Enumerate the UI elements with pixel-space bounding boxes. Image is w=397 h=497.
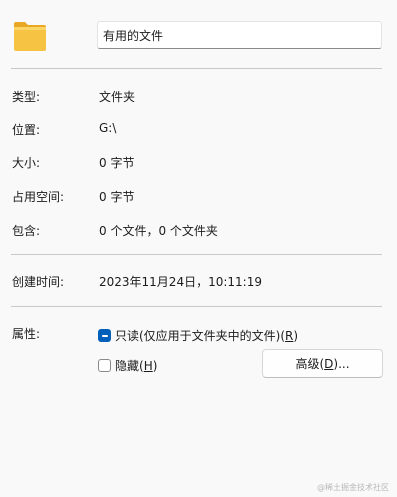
type-label: 类型: <box>12 90 41 104</box>
hidden-label: 隐藏(H) <box>115 359 158 373</box>
location-label: 位置: <box>12 123 41 137</box>
size-label: 大小: <box>12 156 41 170</box>
size-on-disk-label: 占用空间: <box>12 190 65 204</box>
folder-icon <box>14 22 46 51</box>
hidden-checkbox[interactable] <box>98 359 111 372</box>
contains-label: 包含: <box>12 224 41 238</box>
contains-value: 0 个文件，0 个文件夹 <box>99 224 218 238</box>
divider <box>11 68 382 69</box>
readonly-label: 只读(仅应用于文件夹中的文件)(R) <box>115 329 299 343</box>
advanced-button-label: 高级(D)... <box>295 357 350 371</box>
size-on-disk-value: 0 字节 <box>99 190 135 204</box>
attributes-label: 属性: <box>12 327 41 341</box>
indeterminate-mark-icon <box>101 334 108 337</box>
hidden-checkbox-row[interactable]: 隐藏(H) <box>98 357 157 374</box>
divider <box>11 306 382 307</box>
readonly-checkbox[interactable] <box>98 329 111 342</box>
location-value: G:\ <box>99 121 117 135</box>
size-value: 0 字节 <box>99 156 135 170</box>
advanced-button[interactable]: 高级(D)... <box>262 349 383 378</box>
type-value: 文件夹 <box>99 90 136 104</box>
divider <box>11 254 382 255</box>
created-value: 2023年11月24日，10:11:19 <box>99 275 262 289</box>
readonly-checkbox-row[interactable]: 只读(仅应用于文件夹中的文件)(R) <box>98 327 298 344</box>
watermark: @稀土掘金技术社区 <box>317 483 389 492</box>
created-label: 创建时间: <box>12 275 65 289</box>
folder-name-input[interactable] <box>97 21 382 49</box>
